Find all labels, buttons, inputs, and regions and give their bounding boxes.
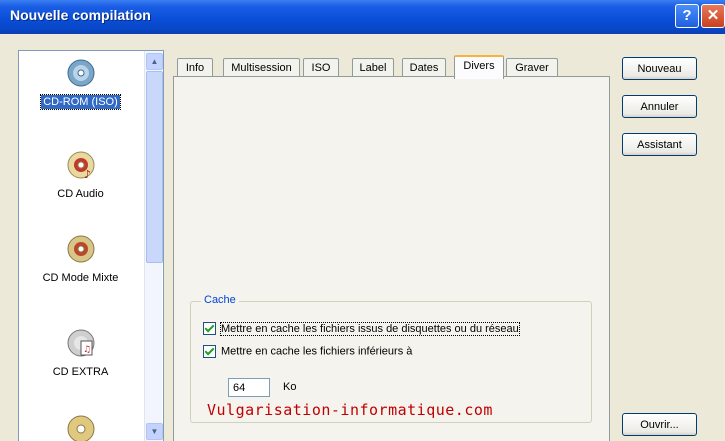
- cd-extra-icon: ♫: [67, 329, 94, 357]
- scroll-up-icon[interactable]: ▲: [146, 53, 163, 70]
- svg-text:♫: ♫: [83, 345, 91, 355]
- cache-network-option[interactable]: Mettre en cache les fichiers issus de di…: [203, 321, 520, 336]
- window-title: Nouvelle compilation: [10, 7, 151, 23]
- tab-dates[interactable]: Dates: [402, 58, 446, 77]
- cd-audio-icon: ♪: [67, 151, 94, 181]
- tab-iso[interactable]: ISO: [303, 58, 339, 77]
- cache-size-input[interactable]: 64: [228, 378, 270, 397]
- wizard-button[interactable]: Assistant: [622, 133, 697, 156]
- tab-multisession[interactable]: Multisession: [223, 58, 300, 77]
- cache-group-title: Cache: [201, 294, 239, 306]
- cache-small-files-checkbox[interactable]: [203, 345, 216, 358]
- tab-graver[interactable]: Graver: [506, 58, 558, 77]
- cancel-button[interactable]: Annuler: [622, 95, 697, 118]
- compilation-type-list[interactable]: CD-ROM (ISO) ♪ CD Audio CD Mode Mixte ♫ …: [18, 50, 164, 441]
- divers-tab-panel: Cache Mettre en cache les fichiers issus…: [173, 76, 610, 441]
- cache-network-label: Mettre en cache les fichiers issus de di…: [220, 321, 520, 336]
- tab-divers[interactable]: Divers: [454, 55, 504, 79]
- list-scrollbar[interactable]: ▲ ▼: [144, 51, 163, 441]
- list-item-cd-partial[interactable]: [19, 413, 142, 441]
- svg-text:♪: ♪: [84, 168, 91, 181]
- list-item-cd-extra[interactable]: ♫ CD EXTRA: [19, 327, 142, 379]
- new-compilation-dialog: Nouvelle compilation ? ✕ CD-ROM (ISO) ♪ …: [0, 0, 725, 441]
- tab-info[interactable]: Info: [177, 58, 213, 77]
- scroll-thumb[interactable]: [146, 71, 163, 263]
- cd-icon: [67, 415, 94, 441]
- title-bar[interactable]: Nouvelle compilation ? ✕: [0, 0, 725, 34]
- cache-size-unit: Ko: [283, 381, 297, 393]
- cache-network-checkbox[interactable]: [203, 322, 216, 335]
- open-button[interactable]: Ouvrir...: [622, 413, 697, 436]
- scroll-down-icon[interactable]: ▼: [146, 423, 163, 440]
- cd-data-icon: [67, 59, 94, 87]
- close-button[interactable]: ✕: [701, 4, 725, 28]
- tab-label[interactable]: Label: [352, 58, 394, 77]
- cache-small-files-label: Mettre en cache les fichiers inférieurs …: [221, 345, 413, 358]
- list-item-cdrom-iso[interactable]: CD-ROM (ISO): [19, 57, 142, 110]
- watermark-text: Vulgarisation-informatique.com: [207, 401, 493, 419]
- cache-small-files-option[interactable]: Mettre en cache les fichiers inférieurs …: [203, 345, 412, 359]
- help-button[interactable]: ?: [675, 4, 699, 28]
- new-button[interactable]: Nouveau: [622, 57, 697, 80]
- list-item-cd-mixed[interactable]: CD Mode Mixte: [19, 233, 142, 285]
- cd-mixed-icon: [67, 235, 94, 263]
- list-item-cd-audio[interactable]: ♪ CD Audio: [19, 149, 142, 201]
